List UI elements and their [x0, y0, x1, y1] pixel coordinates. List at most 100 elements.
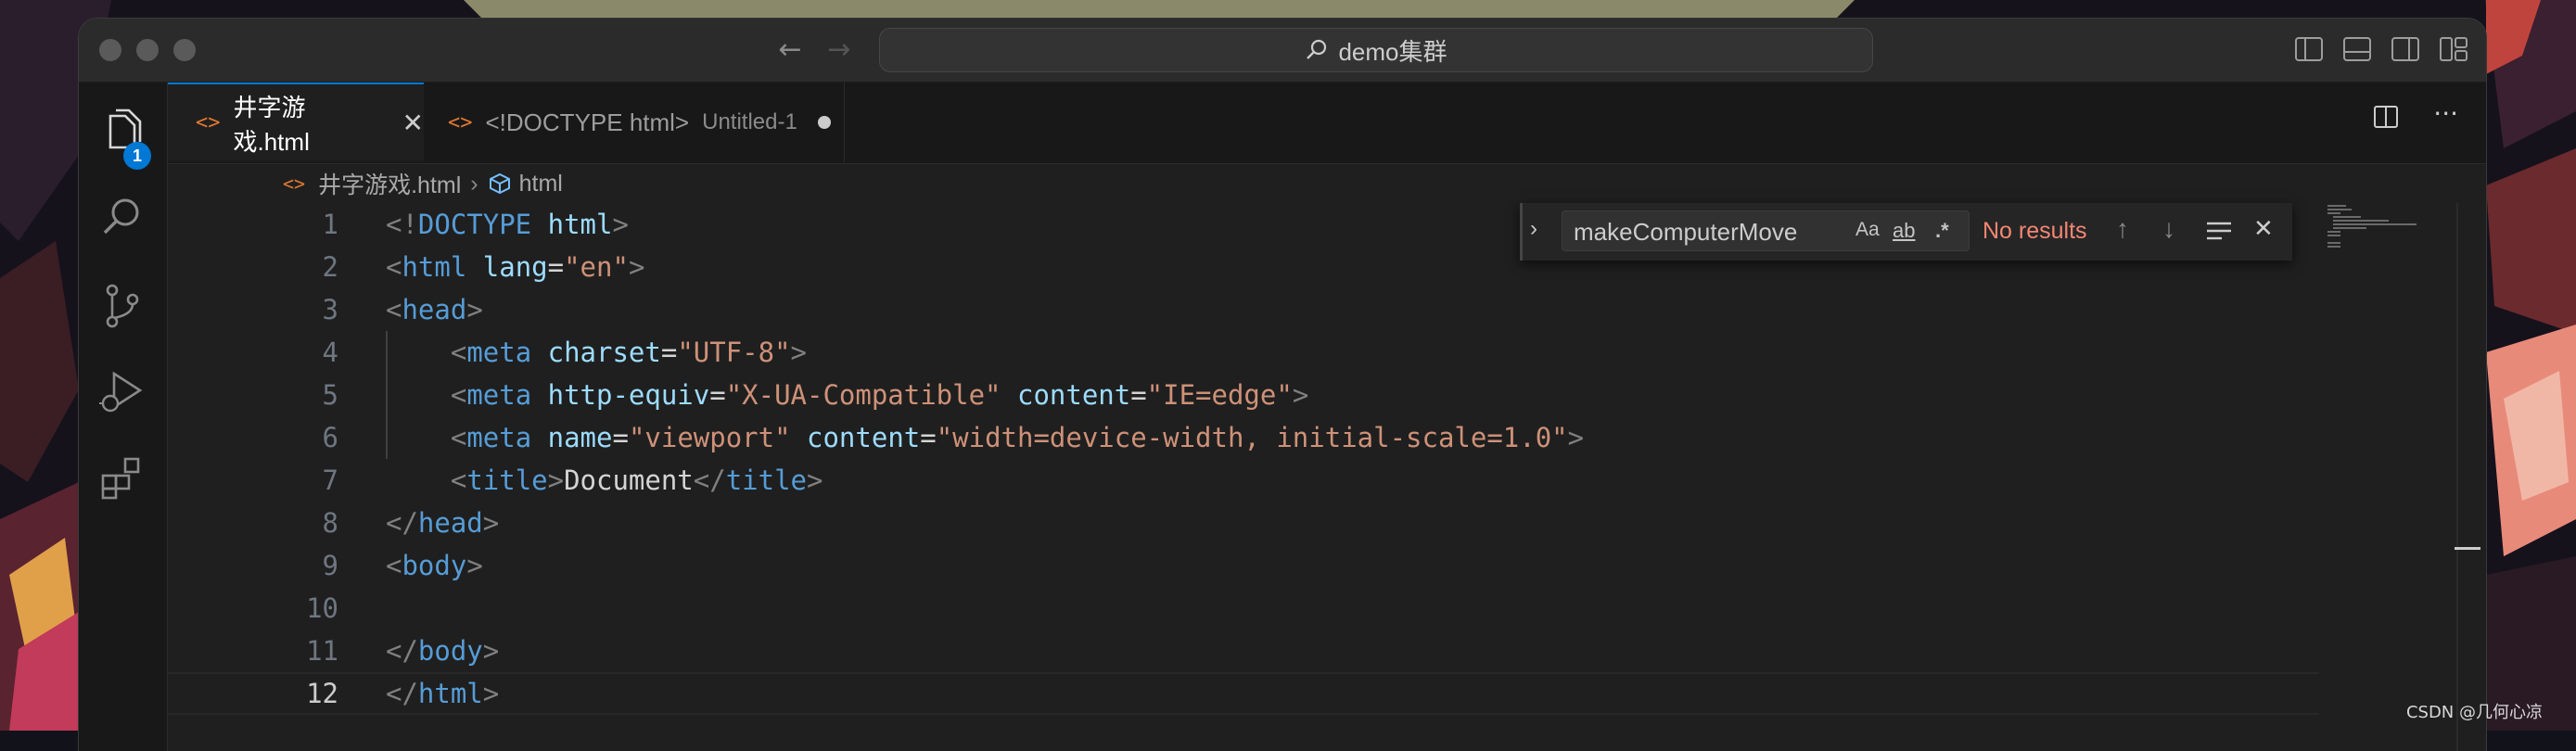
code-line[interactable]: 9 <body> — [168, 544, 2319, 587]
breadcrumb-symbol[interactable]: html — [519, 171, 563, 197]
code-token: content — [807, 422, 921, 453]
code-token: meta — [466, 422, 532, 453]
vertical-scrollbar[interactable] — [2456, 203, 2458, 751]
explorer-badge: 1 — [123, 142, 151, 170]
code-token: < — [450, 337, 467, 368]
code-token: > — [1292, 379, 1309, 411]
code-token: > — [482, 635, 500, 667]
code-token: <! — [386, 209, 418, 240]
regex-toggle[interactable]: .* — [1935, 219, 1949, 243]
code-token: body — [417, 635, 483, 667]
code-line[interactable]: 7 <title>Document</title> — [168, 459, 2319, 502]
code-token: > — [482, 678, 500, 709]
breadcrumb-file[interactable]: 井字游戏.html — [318, 167, 461, 200]
tab-tictactoe-html[interactable]: <> 井字游戏.html ✕ — [168, 83, 424, 161]
code-line[interactable]: 8 </head> — [168, 502, 2319, 544]
toggle-panel-icon[interactable] — [2341, 33, 2373, 65]
html-file-icon: <> — [283, 172, 306, 195]
code-token: < — [386, 294, 402, 325]
code-token: > — [547, 465, 565, 496]
code-editor[interactable]: 1 <!DOCTYPE html> 2 <html lang="en"> 3 <head>… — [168, 203, 2319, 751]
code-line[interactable]: 4 <meta charset="UTF-8"> — [168, 331, 2319, 374]
code-token: > — [790, 337, 807, 368]
title-bar: ← → demo集群 — [79, 19, 2486, 83]
code-token: "UTF-8" — [677, 337, 791, 368]
code-token: </ — [386, 507, 418, 539]
code-token: lang — [482, 251, 548, 283]
customize-layout-icon[interactable] — [2438, 33, 2469, 65]
back-arrow-icon[interactable]: ← — [772, 32, 809, 69]
search-icon — [1307, 39, 1327, 59]
code-token: Document — [564, 465, 694, 496]
code-line[interactable]: 3 <head> — [168, 288, 2319, 331]
line-number: 3 — [322, 294, 338, 325]
minimize-window-button[interactable] — [136, 39, 159, 61]
split-editor-icon[interactable] — [2372, 103, 2400, 131]
line-number: 4 — [322, 337, 338, 368]
find-in-selection-icon[interactable] — [2205, 220, 2233, 242]
code-line[interactable]: 12 </html> — [168, 672, 2319, 715]
command-center-search[interactable]: demo集群 — [879, 28, 1873, 72]
code-token: head — [417, 507, 483, 539]
code-token: < — [450, 465, 467, 496]
previous-match-arrow-icon[interactable]: ↑ — [2116, 214, 2129, 244]
breadcrumb: <> 井字游戏.html › html — [168, 164, 2486, 203]
line-number: 10 — [306, 592, 338, 624]
tab-label: <!DOCTYPE html> — [485, 108, 690, 136]
code-token: "en" — [564, 251, 629, 283]
extensions-icon[interactable] — [97, 453, 147, 503]
match-whole-word-toggle[interactable]: ab — [1893, 219, 1915, 243]
code-text: <body> — [386, 544, 483, 587]
line-number: 12 — [306, 678, 338, 709]
zoom-window-button[interactable] — [173, 39, 196, 61]
unsaved-dot-icon[interactable] — [817, 116, 831, 129]
code-token: title — [725, 465, 808, 496]
command-center-label: demo集群 — [1338, 37, 1447, 66]
find-widget: › Aa ab .* No results ↑ ↓ ✕ — [1520, 203, 2292, 261]
line-number: 11 — [306, 635, 338, 667]
match-case-toggle[interactable]: Aa — [1855, 219, 1880, 241]
close-tab-icon[interactable]: ✕ — [402, 108, 424, 138]
code-token: < — [450, 422, 467, 453]
search-icon[interactable] — [97, 192, 147, 242]
code-line[interactable]: 6 <meta name="viewport" content="width=d… — [168, 416, 2319, 459]
code-token: "IE=edge" — [1146, 379, 1293, 411]
minimap[interactable] — [2327, 203, 2476, 259]
code-token: > — [466, 550, 483, 581]
tab-label: 井字游戏.html — [233, 93, 310, 156]
find-input[interactable] — [1562, 211, 1854, 252]
source-control-icon[interactable] — [97, 281, 147, 331]
chevron-right-icon: › — [470, 170, 478, 197]
tab-untitled-1[interactable]: <> <!DOCTYPE html> Untitled-1 — [424, 83, 845, 162]
toggle-secondary-sidebar-icon[interactable] — [2390, 33, 2421, 65]
next-match-arrow-icon[interactable]: ↓ — [2162, 214, 2175, 244]
code-token: > — [1567, 422, 1585, 453]
run-debug-icon[interactable] — [97, 366, 147, 416]
layout-controls — [2293, 33, 2469, 65]
code-token: "viewport" — [628, 422, 791, 453]
toggle-replace-chevron-icon[interactable]: › — [1530, 216, 1537, 242]
code-token: </ — [693, 465, 726, 496]
code-token: "width=device-width, initial-scale=1.0" — [936, 422, 1568, 453]
html-file-icon: <> — [448, 110, 473, 134]
code-line[interactable]: 5 <meta http-equiv="X-UA-Compatible" con… — [168, 374, 2319, 416]
forward-arrow-icon[interactable]: → — [821, 32, 858, 69]
toggle-primary-sidebar-icon[interactable] — [2293, 33, 2325, 65]
close-window-button[interactable] — [99, 39, 121, 61]
close-find-icon[interactable]: ✕ — [2253, 214, 2274, 243]
code-token: < — [450, 379, 467, 411]
code-token: charset — [547, 337, 661, 368]
editor-tab-bar: <> 井字游戏.html ✕ <> <!DOCTYPE html> Untitl… — [168, 83, 2486, 164]
code-token: head — [402, 294, 467, 325]
code-line[interactable]: 10 — [168, 587, 2319, 630]
activity-bar: 1 — [79, 83, 168, 751]
code-text: <head> — [386, 288, 483, 331]
find-input-box: Aa ab .* — [1562, 210, 1970, 252]
watermark: CSDN @几何心凉 — [2405, 703, 2543, 722]
code-line[interactable]: 11 </body> — [168, 630, 2319, 672]
scrollbar-cursor-marker — [2455, 547, 2480, 550]
more-actions-icon[interactable]: ··· — [2433, 101, 2458, 131]
